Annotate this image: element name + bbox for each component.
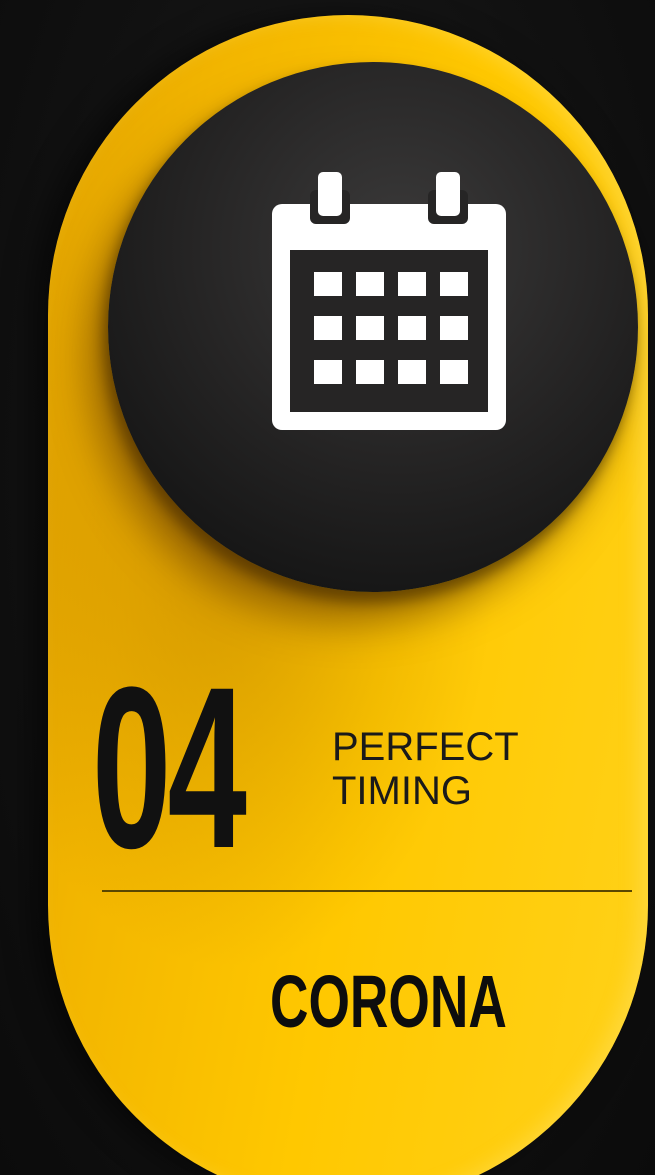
divider — [102, 890, 632, 892]
step-title-line2: TIMING — [332, 769, 472, 813]
calendar-icon — [272, 172, 506, 430]
brand-name: CORONA — [270, 960, 507, 1043]
step-number: 04 — [92, 639, 247, 896]
step-title-line1: PERFECT — [332, 725, 519, 769]
